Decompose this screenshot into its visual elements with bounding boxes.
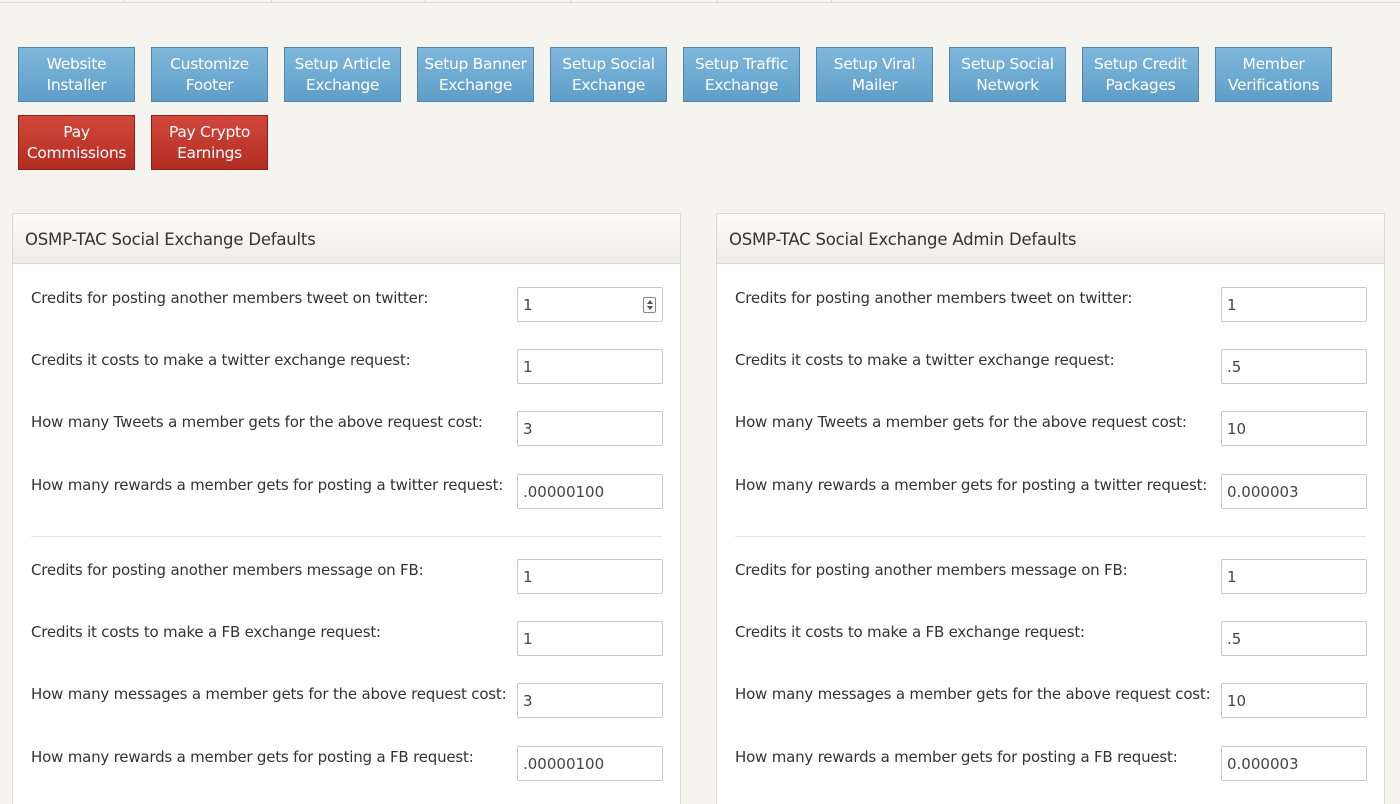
setup-social-exchange-button[interactable]: Setup Social Exchange bbox=[550, 47, 667, 102]
social-exchange-admin-defaults-panel: OSMP-TAC Social Exchange Admin Defaults … bbox=[716, 213, 1385, 804]
field-value: 1 bbox=[523, 296, 533, 314]
tweets-per-request-input[interactable]: 3 bbox=[517, 411, 663, 446]
twitter-request-cost-input[interactable]: 1 bbox=[517, 349, 663, 384]
setup-banner-exchange-button[interactable]: Setup Banner Exchange bbox=[417, 47, 534, 102]
field-label: Credits it costs to make a twitter excha… bbox=[735, 351, 1115, 369]
pay-crypto-earnings-button[interactable]: Pay Crypto Earnings bbox=[151, 115, 268, 170]
social-exchange-defaults-panel: OSMP-TAC Social Exchange Defaults Credit… bbox=[12, 213, 681, 804]
tab-divider bbox=[425, 0, 426, 3]
fb-reward-input[interactable]: .00000100 bbox=[517, 746, 663, 781]
twitter-reward-input[interactable]: .00000100 bbox=[517, 474, 663, 509]
admin-credits-post-fb-input[interactable]: 1 bbox=[1221, 559, 1367, 594]
tab-divider bbox=[717, 0, 718, 3]
field-label: How many rewards a member gets for posti… bbox=[735, 476, 1208, 494]
field-label: How many Tweets a member gets for the ab… bbox=[735, 413, 1187, 431]
field-label: How many rewards a member gets for posti… bbox=[735, 748, 1178, 766]
admin-twitter-reward-input[interactable]: 0.000003 bbox=[1221, 474, 1367, 509]
field-label: Credits for posting another members mess… bbox=[31, 561, 424, 579]
field-label: Credits for posting another members mess… bbox=[735, 561, 1128, 579]
field-label: Credits it costs to make a FB exchange r… bbox=[31, 623, 381, 641]
spinner-icon[interactable] bbox=[643, 297, 656, 313]
tab-divider bbox=[271, 0, 272, 3]
section-divider bbox=[31, 536, 662, 537]
field-label: Credits for posting another members twee… bbox=[31, 289, 429, 307]
field-label: Credits it costs to make a twitter excha… bbox=[31, 351, 411, 369]
setup-viral-mailer-button[interactable]: Setup Viral Mailer bbox=[816, 47, 933, 102]
admin-fb-reward-input[interactable]: 0.000003 bbox=[1221, 746, 1367, 781]
website-installer-button[interactable]: Website Installer bbox=[18, 47, 135, 102]
field-label: Credits it costs to make a FB exchange r… bbox=[735, 623, 1085, 641]
field-label: Credits for posting another members twee… bbox=[735, 289, 1133, 307]
panel-title: OSMP-TAC Social Exchange Admin Defaults bbox=[717, 214, 1384, 264]
setup-social-network-button[interactable]: Setup Social Network bbox=[949, 47, 1066, 102]
admin-fb-request-cost-input[interactable]: .5 bbox=[1221, 621, 1367, 656]
field-label: How many messages a member gets for the … bbox=[735, 685, 1211, 703]
tab-divider bbox=[831, 0, 832, 3]
credits-post-fb-input[interactable]: 1 bbox=[517, 559, 663, 594]
messages-per-request-input[interactable]: 3 bbox=[517, 683, 663, 718]
admin-twitter-request-cost-input[interactable]: .5 bbox=[1221, 349, 1367, 384]
admin-messages-per-request-input[interactable]: 10 bbox=[1221, 683, 1367, 718]
tab-divider bbox=[570, 0, 571, 3]
field-label: How many rewards a member gets for posti… bbox=[31, 476, 504, 494]
section-divider bbox=[735, 536, 1366, 537]
admin-credits-post-tweet-input[interactable]: 1 bbox=[1221, 287, 1367, 322]
member-verifications-button[interactable]: Member Verifications bbox=[1215, 47, 1332, 102]
fb-request-cost-input[interactable]: 1 bbox=[517, 621, 663, 656]
setup-article-exchange-button[interactable]: Setup Article Exchange bbox=[284, 47, 401, 102]
setup-credit-packages-button[interactable]: Setup Credit Packages bbox=[1082, 47, 1199, 102]
admin-tweets-per-request-input[interactable]: 10 bbox=[1221, 411, 1367, 446]
customize-footer-button[interactable]: Customize Footer bbox=[151, 47, 268, 102]
panel-title: OSMP-TAC Social Exchange Defaults bbox=[13, 214, 680, 264]
pay-commissions-button[interactable]: Pay Commissions bbox=[18, 115, 135, 170]
field-label: How many messages a member gets for the … bbox=[31, 685, 507, 703]
tab-divider bbox=[123, 0, 124, 3]
top-tab-strip bbox=[0, 0, 1400, 3]
field-label: How many rewards a member gets for posti… bbox=[31, 748, 474, 766]
setup-traffic-exchange-button[interactable]: Setup Traffic Exchange bbox=[683, 47, 800, 102]
credits-post-tweet-input[interactable]: 1 bbox=[517, 287, 663, 322]
field-label: How many Tweets a member gets for the ab… bbox=[31, 413, 483, 431]
